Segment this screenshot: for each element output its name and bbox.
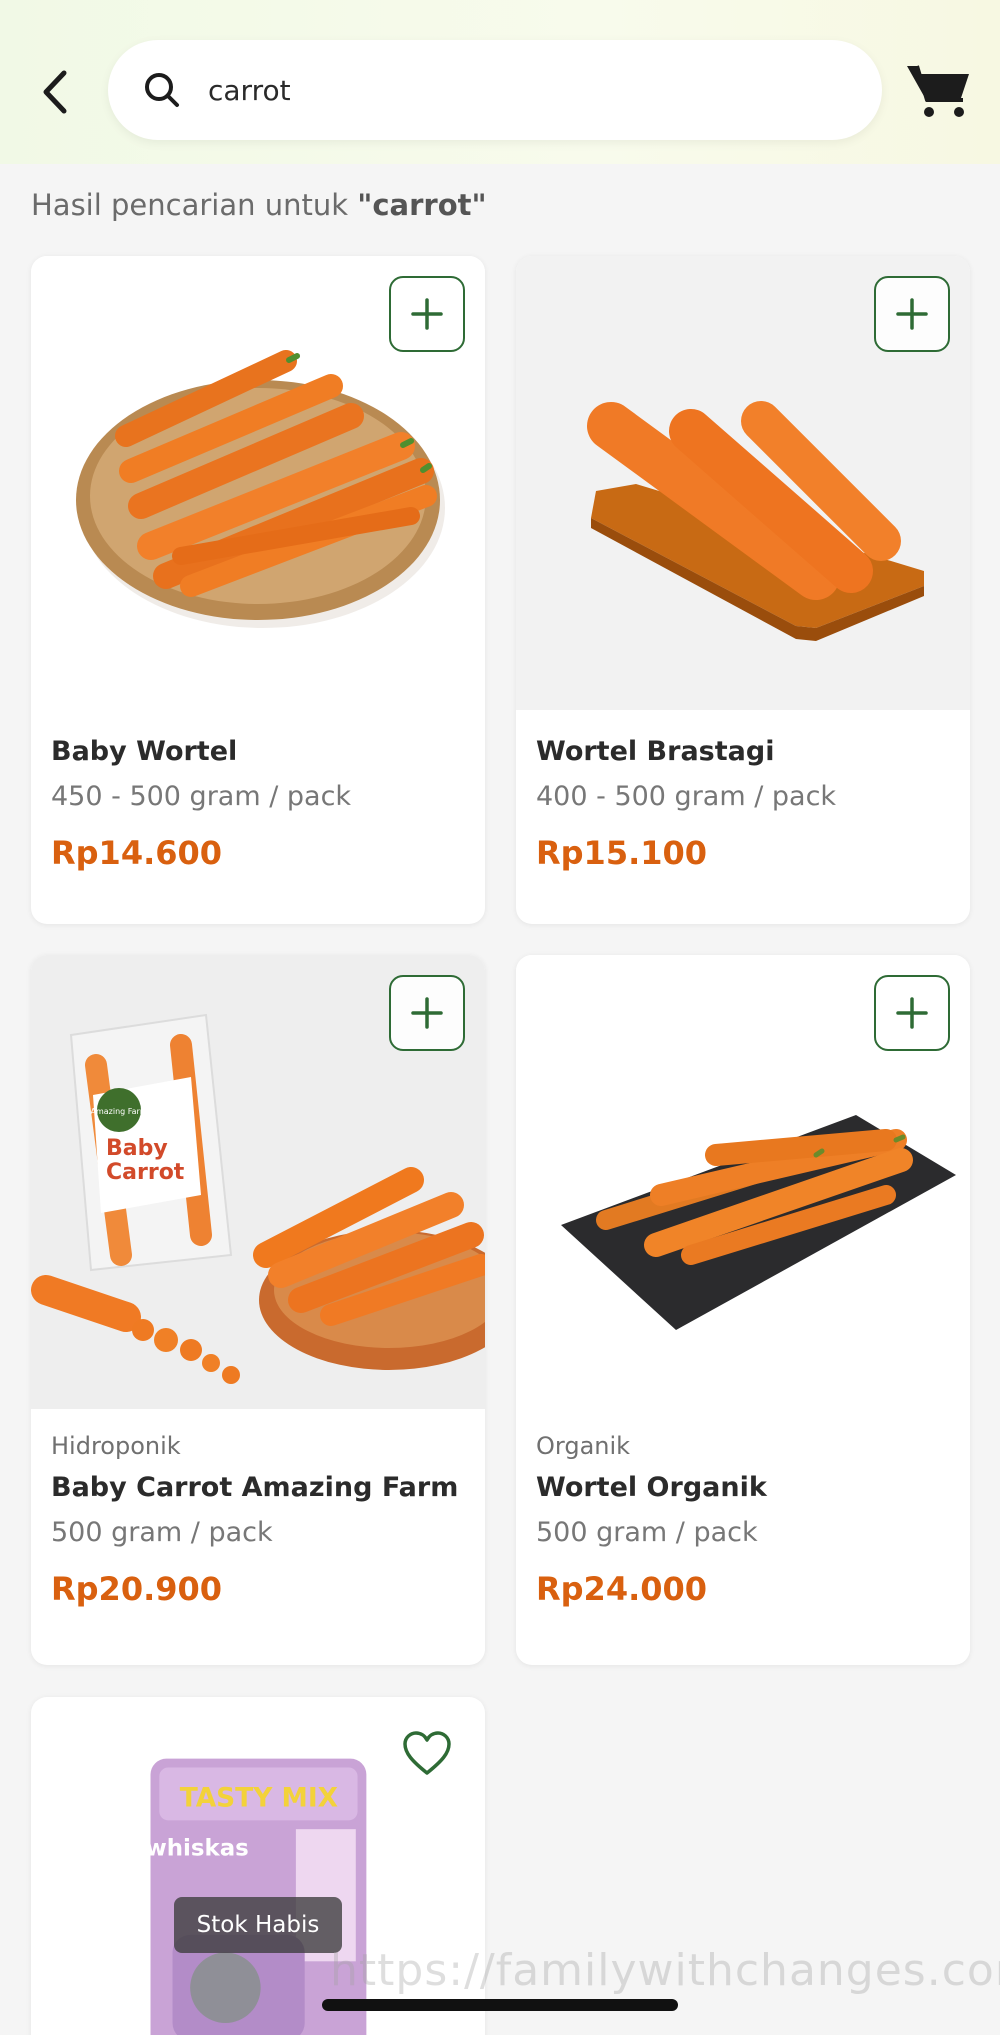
product-name: Wortel Brastagi <box>536 736 775 767</box>
results-prefix: Hasil pencarian untuk <box>31 188 358 222</box>
product-price: Rp14.600 <box>51 834 223 872</box>
bag-label-line-1: Baby <box>106 1136 168 1161</box>
product-info: Wortel Brastagi 400 - 500 gram / pack Rp… <box>536 736 952 872</box>
out-of-stock-badge: Stok Habis <box>174 1897 342 1953</box>
watermark: https://familywithchanges.com <box>330 1945 1000 1996</box>
pouch-brand: whiskas <box>146 1836 249 1862</box>
plus-icon <box>411 997 443 1029</box>
cart-icon <box>907 65 969 117</box>
product-info: Baby Wortel 450 - 500 gram / pack Rp14.6… <box>51 736 467 872</box>
product-name: Baby Wortel <box>51 736 238 767</box>
product-card[interactable]: Organik Wortel Organik 500 gram / pack R… <box>516 955 970 1665</box>
back-button[interactable] <box>30 62 80 122</box>
search-input[interactable] <box>208 60 848 120</box>
product-card[interactable]: Wortel Brastagi 400 - 500 gram / pack Rp… <box>516 256 970 924</box>
add-to-cart-button[interactable] <box>389 276 465 352</box>
product-info: Organik Wortel Organik 500 gram / pack R… <box>536 1432 952 1608</box>
product-qty: 450 - 500 gram / pack <box>51 781 352 812</box>
plus-icon <box>896 997 928 1029</box>
heart-icon <box>403 1731 451 1775</box>
add-to-cart-button[interactable] <box>389 975 465 1051</box>
product-price: Rp15.100 <box>536 834 708 872</box>
product-qty: 500 gram / pack <box>536 1517 758 1548</box>
product-name: Wortel Organik <box>536 1472 767 1503</box>
add-to-cart-button[interactable] <box>874 276 950 352</box>
home-indicator <box>322 1999 678 2011</box>
cart-button[interactable] <box>905 60 973 120</box>
product-qty: 400 - 500 gram / pack <box>536 781 837 812</box>
product-price: Rp20.900 <box>51 1570 223 1608</box>
results-heading: Hasil pencarian untuk "carrot" <box>31 188 487 222</box>
wishlist-button[interactable] <box>402 1731 452 1777</box>
chevron-left-icon <box>43 70 67 114</box>
results-term: "carrot" <box>357 188 487 222</box>
search-icon <box>145 73 179 107</box>
plus-icon <box>896 298 928 330</box>
product-tag: Hidroponik <box>51 1432 181 1460</box>
product-card[interactable]: Baby Wortel 450 - 500 gram / pack Rp14.6… <box>31 256 485 924</box>
plus-icon <box>411 298 443 330</box>
product-tag: Organik <box>536 1432 631 1460</box>
top-bar <box>0 0 1000 164</box>
product-name: Baby Carrot Amazing Farm <box>51 1472 459 1503</box>
bag-brand: Amazing Farm <box>91 1107 148 1116</box>
bag-label-line-2: Carrot <box>106 1160 185 1185</box>
product-info: Hidroponik Baby Carrot Amazing Farm 500 … <box>51 1432 467 1608</box>
product-card[interactable]: Amazing Farm Baby Carrot Hidroponik Baby… <box>31 955 485 1665</box>
product-price: Rp24.000 <box>536 1570 708 1608</box>
add-to-cart-button[interactable] <box>874 975 950 1051</box>
pouch-line: TASTY MIX <box>180 1782 338 1813</box>
product-qty: 500 gram / pack <box>51 1517 273 1548</box>
search-bar[interactable] <box>108 40 882 140</box>
